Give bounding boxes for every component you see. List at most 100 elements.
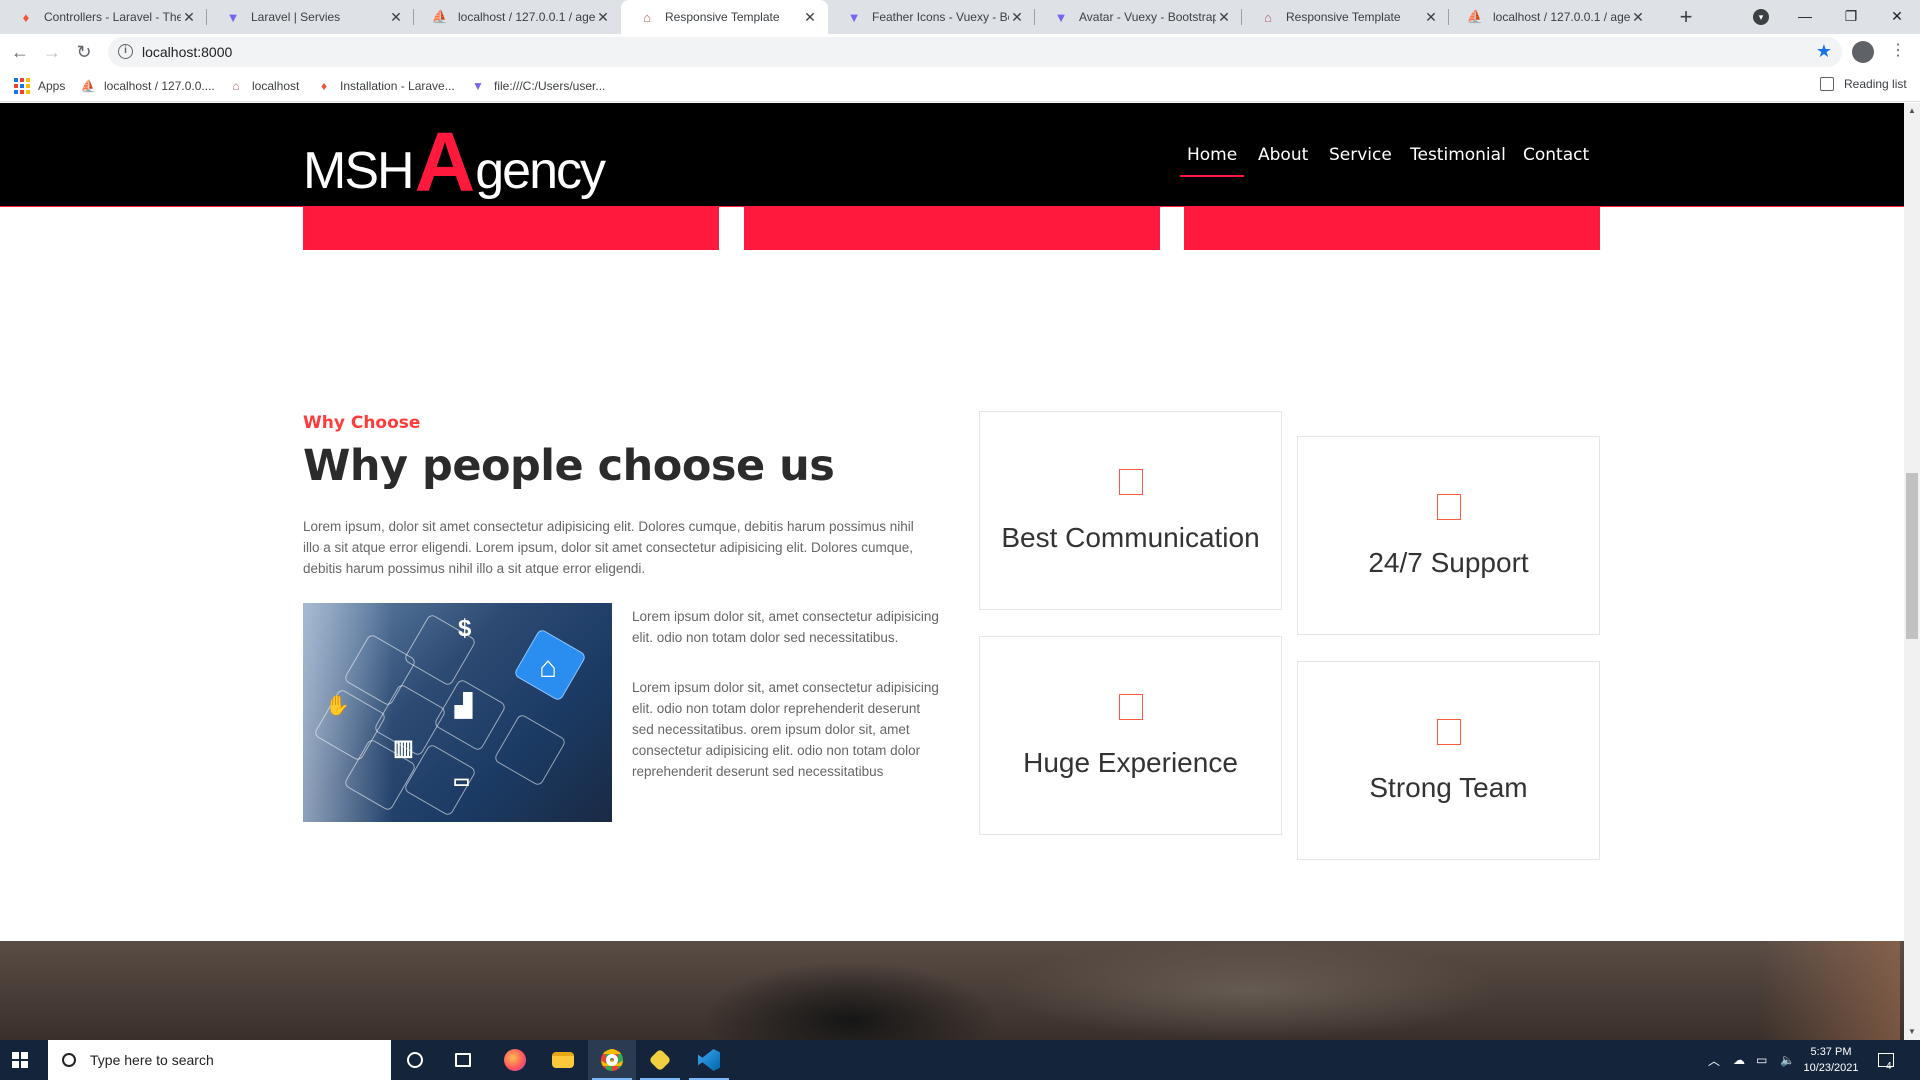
close-tab-icon[interactable]: ✕: [181, 9, 197, 26]
file-explorer-icon[interactable]: [539, 1040, 587, 1080]
bookmark-label: file:///C:/Users/user...: [494, 79, 606, 93]
scrollbar-thumb[interactable]: [1906, 473, 1918, 639]
template-icon: ⌂: [643, 9, 651, 25]
close-tab-icon[interactable]: ✕: [1630, 9, 1646, 26]
background-blur: [700, 961, 1000, 1040]
feature-card-support: 24/7 Support: [1297, 436, 1600, 635]
profile-icon[interactable]: [1852, 41, 1874, 63]
task-view-icon[interactable]: [439, 1040, 487, 1080]
close-tab-icon[interactable]: ✕: [1009, 9, 1025, 26]
bookmark-star-icon[interactable]: ★: [1816, 41, 1832, 62]
tab-search-icon[interactable]: ▾: [1753, 9, 1769, 25]
close-tab-icon[interactable]: ✕: [595, 9, 611, 26]
background-blur: [1000, 941, 1500, 1040]
template-icon: ⌂: [1264, 9, 1272, 25]
section-eyebrow: Why Choose: [303, 413, 421, 433]
taskbar-search[interactable]: Type here to search: [48, 1040, 391, 1080]
gitkraken-icon[interactable]: [636, 1040, 684, 1080]
browser-tab[interactable]: ⌂ Responsive Template ✕: [1242, 0, 1449, 34]
minimize-icon[interactable]: —: [1782, 0, 1828, 34]
service-card-bottom: [303, 207, 719, 250]
cortana-icon[interactable]: [391, 1040, 439, 1080]
reading-list-button[interactable]: Reading list: [1820, 77, 1907, 91]
missing-glyph-icon: [1119, 694, 1143, 720]
notifications-icon[interactable]: 4: [1878, 1040, 1894, 1080]
scroll-up-icon[interactable]: ▲: [1906, 104, 1918, 118]
browser-tab-active[interactable]: ⌂ Responsive Template ✕: [621, 0, 828, 34]
address-bar[interactable]: i localhost:8000 ★: [108, 37, 1842, 67]
tab-title: Controllers - Laravel - The: [44, 10, 181, 24]
vuexy-icon: ▼: [472, 79, 484, 93]
tab-title: Avatar - Vuexy - Bootstrap: [1079, 10, 1216, 24]
firefox-icon[interactable]: [491, 1040, 539, 1080]
browser-tab[interactable]: ⛵ localhost / 127.0.0.1 / agen ✕: [414, 0, 621, 34]
phpmyadmin-icon: ⛵: [80, 79, 96, 93]
browser-tab[interactable]: ▼ Avatar - Vuexy - Bootstrap ✕: [1035, 0, 1242, 34]
feature-card-team: Strong Team: [1297, 661, 1600, 860]
browser-tab[interactable]: ♦ Controllers - Laravel - The ✕: [0, 0, 207, 34]
nav-about[interactable]: About: [1258, 145, 1308, 165]
section-title: Why people choose us: [303, 441, 835, 491]
back-icon[interactable]: ←: [6, 38, 34, 66]
laravel-icon: ♦: [320, 79, 328, 93]
url-text[interactable]: localhost:8000: [142, 44, 232, 60]
missing-glyph-icon: [1437, 494, 1461, 520]
close-tab-icon[interactable]: ✕: [1216, 9, 1232, 26]
feature-label: 24/7 Support: [1368, 547, 1529, 578]
bookmark-item[interactable]: ♦ Installation - Larave...: [316, 77, 455, 95]
side-text-1: Lorem ipsum dolor sit, amet consectetur …: [632, 609, 939, 645]
business-network-image: $ ⌂ ▟ ▥ ▭ ✋: [303, 603, 612, 822]
bookmark-apps[interactable]: Apps: [14, 77, 65, 95]
menu-icon[interactable]: ⋮: [1890, 40, 1906, 60]
tab-title: localhost / 127.0.0.1 / agen: [1493, 10, 1630, 24]
nav-contact[interactable]: Contact: [1523, 145, 1589, 165]
bookmark-item[interactable]: ⌂ localhost: [228, 77, 299, 95]
bookmark-item[interactable]: ▼ file:///C:/Users/user...: [470, 77, 605, 95]
browser-tab[interactable]: ▼ Laravel | Servies ✕: [207, 0, 414, 34]
restore-icon[interactable]: ❐: [1828, 0, 1874, 34]
nav-home[interactable]: Home: [1179, 145, 1245, 177]
side-text-2: Lorem ipsum dolor sit, amet consectetur …: [632, 680, 939, 779]
nav-service[interactable]: Service: [1329, 145, 1392, 165]
volume-icon[interactable]: 🔈: [1780, 1040, 1795, 1080]
vuexy-icon: ▼: [1054, 9, 1068, 25]
system-clock[interactable]: 5:37 PM 10/23/2021: [1796, 1044, 1866, 1076]
close-tab-icon[interactable]: ✕: [1423, 9, 1439, 26]
feature-label: Strong Team: [1369, 772, 1528, 803]
site-logo[interactable]: MSH A gency: [303, 115, 606, 209]
bookmarks-bar: Apps ⛵ localhost / 127.0.0.... ⌂ localho…: [0, 70, 1920, 102]
nav-testimonial[interactable]: Testimonial: [1410, 145, 1506, 165]
laravel-icon: ♦: [22, 9, 30, 25]
missing-glyph-icon: [1437, 719, 1461, 745]
browser-tab[interactable]: ▼ Feather Icons - Vuexy - Boo ✕: [828, 0, 1035, 34]
tray-chevron-icon[interactable]: ︿: [1708, 1040, 1720, 1080]
logo-text-accent: A: [414, 115, 476, 209]
browser-tab[interactable]: ⛵ localhost / 127.0.0.1 / agen ✕: [1449, 0, 1656, 34]
forward-icon[interactable]: →: [38, 38, 66, 66]
search-icon: [62, 1053, 76, 1067]
bookmark-item[interactable]: ⛵ localhost / 127.0.0....: [80, 77, 215, 95]
close-tab-icon[interactable]: ✕: [802, 9, 818, 26]
close-window-icon[interactable]: ✕: [1874, 0, 1920, 34]
new-tab-button[interactable]: +: [1672, 3, 1700, 31]
network-icon[interactable]: ▭: [1756, 1040, 1767, 1080]
chrome-icon[interactable]: [588, 1040, 636, 1080]
close-tab-icon[interactable]: ✕: [388, 9, 404, 26]
vuexy-icon: ▼: [226, 9, 240, 25]
scroll-down-icon[interactable]: ▼: [1906, 1025, 1918, 1039]
reload-icon[interactable]: ↻: [70, 38, 98, 66]
clock-date: 10/23/2021: [1803, 1062, 1859, 1074]
browser-toolbar: ← → ↻ i localhost:8000 ★ ⋮: [0, 34, 1920, 70]
site-header: MSH A gency Home About Service Testimoni…: [0, 103, 1904, 207]
reading-list-label: Reading list: [1844, 77, 1907, 91]
vuexy-icon: ▼: [847, 9, 861, 25]
site-info-icon[interactable]: i: [118, 44, 133, 59]
windows-start-icon[interactable]: [12, 1052, 28, 1068]
vscode-icon[interactable]: [685, 1040, 733, 1080]
tab-strip: ♦ Controllers - Laravel - The ✕ ▼ Larave…: [0, 0, 1920, 34]
onedrive-icon[interactable]: ☁: [1733, 1040, 1745, 1080]
house-icon: ⌂: [539, 651, 558, 684]
tab-title: Laravel | Servies: [251, 10, 341, 24]
page-viewport: MSH A gency Home About Service Testimoni…: [0, 103, 1904, 1040]
hexagon-shape: [493, 713, 567, 787]
